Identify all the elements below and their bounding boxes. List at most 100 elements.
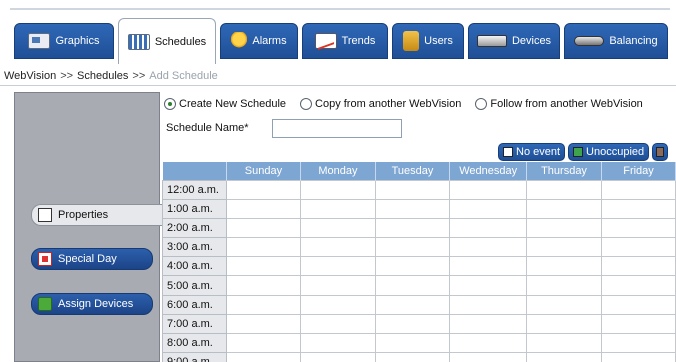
schedule-cell[interactable]: [526, 294, 602, 315]
day-header: Wednesday: [449, 162, 528, 180]
schedule-cell[interactable]: [374, 275, 451, 296]
option-follow-from[interactable]: Follow from another WebVision: [475, 98, 643, 110]
radio-follow-from[interactable]: [475, 98, 488, 110]
schedule-cell[interactable]: [225, 237, 302, 258]
schedule-cell[interactable]: [300, 237, 376, 258]
schedule-cell[interactable]: [526, 256, 602, 277]
schedule-cell[interactable]: [225, 294, 302, 315]
breadcrumb-root[interactable]: WebVision: [4, 70, 56, 82]
schedule-cell[interactable]: [601, 256, 676, 277]
schedule-cell[interactable]: [225, 332, 302, 354]
schedule-cell[interactable]: [374, 294, 451, 315]
tab-devices[interactable]: Devices: [468, 23, 560, 59]
legend-no-event[interactable]: No event: [498, 143, 566, 161]
day-header: Sunday: [226, 162, 302, 180]
schedule-cell[interactable]: [300, 198, 376, 219]
schedule-cell[interactable]: [526, 332, 602, 354]
tab-trends[interactable]: Trends: [302, 23, 388, 59]
schedule-cell[interactable]: [225, 256, 302, 277]
schedule-cell[interactable]: [601, 237, 676, 258]
schedule-cell[interactable]: [300, 294, 376, 315]
time-label: 12:00 a.m.: [162, 179, 227, 200]
sidebar: Properties Special Day Assign Devices: [14, 92, 171, 362]
schedule-cell[interactable]: [449, 294, 528, 315]
schedule-cell[interactable]: [601, 332, 676, 354]
schedule-cell[interactable]: [225, 217, 302, 239]
schedule-cell[interactable]: [601, 198, 676, 219]
schedule-cell[interactable]: [449, 179, 528, 200]
schedule-cell[interactable]: [374, 237, 451, 258]
tab-alarms[interactable]: Alarms: [220, 23, 298, 59]
schedule-cell[interactable]: [449, 198, 528, 219]
schedule-cell[interactable]: [374, 217, 451, 239]
schedule-cell[interactable]: [526, 217, 602, 239]
grid-header-row: Sunday Monday Tuesday Wednesday Thursday…: [162, 162, 676, 180]
schedule-cell[interactable]: [300, 313, 376, 335]
schedule-cell[interactable]: [374, 256, 451, 277]
sidebar-item-assign-devices[interactable]: Assign Devices: [31, 293, 153, 315]
grid-row: 2:00 a.m.: [162, 217, 676, 239]
schedule-cell[interactable]: [300, 352, 376, 362]
breadcrumb-parent[interactable]: Schedules: [77, 70, 128, 82]
schedule-cell[interactable]: [526, 237, 602, 258]
sidebar-item-properties[interactable]: Properties: [31, 204, 171, 226]
schedule-cell[interactable]: [225, 179, 302, 200]
tab-label: Schedules: [154, 35, 207, 48]
schedule-cell[interactable]: [601, 313, 676, 335]
schedule-cell[interactable]: [526, 198, 602, 219]
trends-icon: [314, 33, 337, 49]
schedule-cell[interactable]: [300, 217, 376, 239]
sidebar-item-special-day[interactable]: Special Day: [31, 248, 153, 270]
grid-row: 6:00 a.m.: [162, 294, 676, 315]
tab-schedules[interactable]: Schedules: [118, 18, 216, 64]
legend-unoccupied[interactable]: Unoccupied: [568, 143, 650, 161]
schedule-cell[interactable]: [374, 313, 451, 335]
radio-copy-from[interactable]: [300, 98, 313, 110]
radio-create-new[interactable]: [164, 98, 176, 110]
schedule-cell[interactable]: [601, 217, 676, 239]
schedule-cell[interactable]: [601, 179, 676, 200]
tab-users[interactable]: Users: [392, 23, 464, 59]
schedule-cell[interactable]: [526, 352, 602, 362]
schedule-name-input[interactable]: [272, 119, 402, 138]
schedule-cell[interactable]: [374, 352, 451, 362]
tab-label: Balancing: [609, 35, 658, 47]
tab-graphics[interactable]: Graphics: [14, 23, 114, 59]
day-header: Monday: [300, 162, 376, 180]
schedule-cell[interactable]: [300, 256, 376, 277]
schedule-cell[interactable]: [601, 275, 676, 296]
option-copy-from[interactable]: Copy from another WebVision: [300, 98, 461, 110]
schedule-cell[interactable]: [601, 294, 676, 315]
schedule-cell[interactable]: [449, 217, 528, 239]
schedule-cell[interactable]: [526, 313, 602, 335]
schedule-cell[interactable]: [526, 179, 602, 200]
legend-more[interactable]: [652, 143, 669, 161]
schedule-cell[interactable]: [300, 179, 376, 200]
users-icon: [403, 31, 420, 51]
schedule-cell[interactable]: [374, 332, 451, 354]
schedule-source-options: Create New Schedule Copy from another We…: [164, 98, 643, 110]
schedule-cell[interactable]: [449, 256, 528, 277]
schedule-cell[interactable]: [225, 198, 302, 219]
schedule-cell[interactable]: [225, 313, 302, 335]
day-header: Thursday: [526, 162, 602, 180]
schedule-cell[interactable]: [526, 275, 602, 296]
schedule-cell[interactable]: [601, 352, 676, 362]
schedule-cell[interactable]: [225, 275, 302, 296]
tab-balancing[interactable]: Balancing: [564, 23, 668, 59]
schedule-cell[interactable]: [449, 352, 528, 362]
schedule-cell[interactable]: [300, 275, 376, 296]
graphics-icon: [28, 33, 51, 49]
special-day-icon: [38, 252, 52, 266]
schedule-cell[interactable]: [449, 313, 528, 335]
schedule-cell[interactable]: [225, 352, 302, 362]
schedule-cell[interactable]: [374, 179, 451, 200]
schedule-cell[interactable]: [449, 275, 528, 296]
option-create-new[interactable]: Create New Schedule: [164, 98, 286, 110]
alarms-icon: [231, 32, 248, 50]
time-label: 9:00 a.m.: [162, 352, 227, 362]
schedule-cell[interactable]: [374, 198, 451, 219]
schedule-cell[interactable]: [449, 332, 528, 354]
schedule-cell[interactable]: [449, 237, 528, 258]
schedule-cell[interactable]: [300, 332, 376, 354]
